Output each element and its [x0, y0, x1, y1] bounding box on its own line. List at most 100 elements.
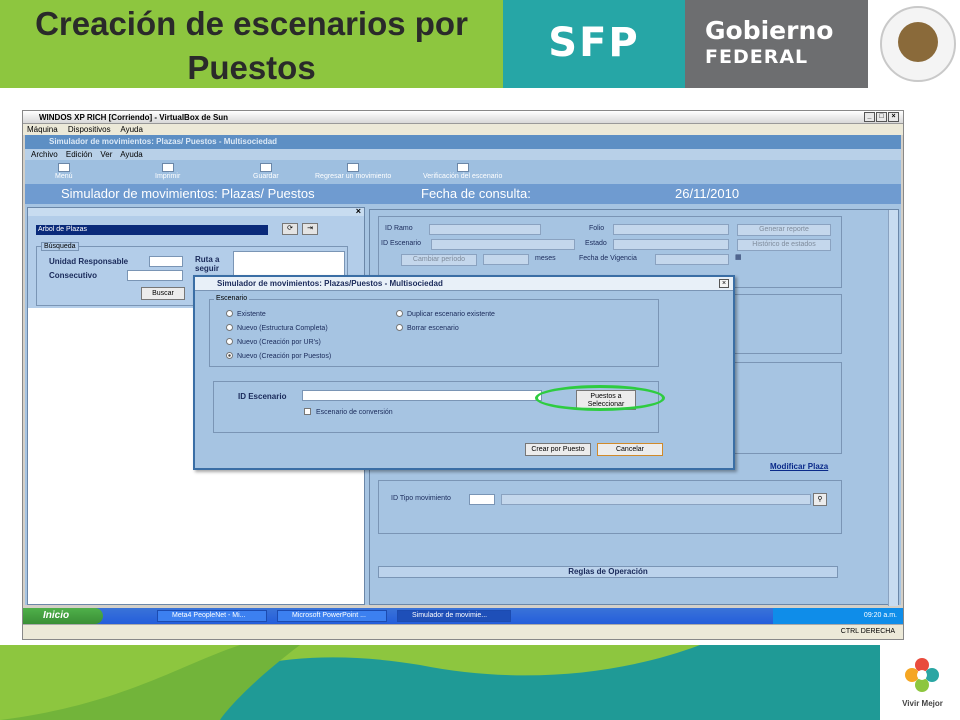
menu-archivo[interactable]: Archivo: [31, 150, 58, 159]
gobierno-logo-line2: FEDERAL: [705, 46, 809, 68]
estado-label: Estado: [585, 240, 607, 247]
toolbar-verificacion-label: Verificación del escenario: [423, 173, 503, 180]
conversion-label: Escenario de conversión: [316, 409, 393, 416]
toolbar-guardar-label: Guardar: [253, 173, 279, 180]
estado-input[interactable]: [613, 239, 729, 250]
radio-existente[interactable]: Existente: [226, 310, 266, 318]
menu-ayuda-app[interactable]: Ayuda: [120, 150, 143, 159]
radio-icon: [226, 338, 233, 345]
radio-nuevo-puestos[interactable]: Nuevo (Creación por Puestos): [226, 352, 331, 360]
host-key-label: CTRL DERECHA: [840, 628, 895, 635]
task-meta4[interactable]: Meta4 PeopleNet - Mi...: [157, 610, 267, 622]
id-escenario-input[interactable]: [431, 239, 575, 250]
radio-nuevo-urs-label: Nuevo (Creación por UR's): [237, 339, 321, 346]
radio-icon: [396, 310, 403, 317]
toolbar-regresar[interactable]: Regresar un movimiento: [315, 163, 391, 180]
toolbar-imprimir[interactable]: Imprimir: [155, 163, 180, 180]
toolbar-imprimir-label: Imprimir: [155, 173, 181, 180]
escenario-legend: Escenario: [214, 295, 250, 302]
id-tipo-input[interactable]: [469, 494, 495, 505]
meses-label: meses: [535, 255, 556, 262]
task-simulador[interactable]: Simulador de movimie...: [397, 610, 511, 622]
consecutivo-input[interactable]: [127, 270, 183, 281]
check-icon: [456, 163, 469, 172]
virtualbox-title: WINDOS XP RICH [Corriendo] - VirtualBox …: [39, 113, 229, 122]
menu-dispositivos[interactable]: Dispositivos: [68, 125, 111, 134]
refresh-icon[interactable]: ⟳: [282, 223, 298, 235]
toolbar-guardar[interactable]: Guardar: [253, 163, 279, 180]
radio-borrar-label: Borrar escenario: [407, 325, 459, 332]
toolbar-menu-label: Menú: [55, 173, 73, 180]
reglas-header: Reglas de Operación: [378, 566, 838, 578]
task-powerpoint[interactable]: Microsoft PowerPoint ...: [277, 610, 387, 622]
meses-input[interactable]: [483, 254, 529, 265]
window-controls: _ □ ×: [864, 112, 899, 122]
vivir-mejor-flower-icon: [905, 658, 939, 692]
menu-ver[interactable]: Ver: [100, 150, 112, 159]
minimize-button[interactable]: _: [864, 112, 875, 122]
generar-reporte-button[interactable]: Generar reporte: [737, 224, 831, 236]
cancelar-button[interactable]: Cancelar: [597, 443, 663, 456]
calendar-icon[interactable]: ▦: [735, 253, 742, 261]
modificar-plaza-link[interactable]: Modificar Plaza: [770, 462, 828, 471]
ruta-label: Ruta a seguir: [195, 255, 220, 273]
header-title: Simulador de movimientos: Plazas/ Puesto…: [61, 186, 315, 201]
toolbar-menu[interactable]: Menú: [55, 163, 73, 180]
app-menu: Archivo Edición Ver Ayuda: [25, 149, 901, 160]
tipo-movimiento-group: ID Tipo movimiento ⚲: [378, 480, 842, 534]
radio-icon: [226, 324, 233, 331]
id-escenario-label: ID Escenario: [381, 240, 422, 247]
id-ramo-label: ID Ramo: [385, 225, 413, 232]
collapse-icon[interactable]: ⇥: [302, 223, 318, 235]
search-icon[interactable]: ⚲: [813, 493, 827, 506]
close-icon[interactable]: ×: [356, 206, 361, 216]
maximize-button[interactable]: □: [876, 112, 887, 122]
folio-input[interactable]: [613, 224, 729, 235]
highlight-annotation: [535, 385, 665, 411]
gobierno-logo-line1: Gobierno: [705, 16, 834, 45]
start-button[interactable]: Inicio: [23, 608, 103, 624]
radio-borrar[interactable]: Borrar escenario: [396, 324, 459, 332]
menu-maquina[interactable]: Máquina: [27, 125, 58, 134]
radio-icon: [396, 324, 403, 331]
radio-nuevo-urs[interactable]: Nuevo (Creación por UR's): [226, 338, 321, 346]
conversion-checkbox[interactable]: Escenario de conversión: [304, 408, 393, 416]
virtualbox-statusbar: CTRL DERECHA: [23, 624, 903, 639]
escenario-group: Escenario Existente Nuevo (Estructura Co…: [209, 295, 659, 367]
modal-id-escenario-label: ID Escenario: [238, 392, 287, 401]
slide-footer: [0, 645, 880, 720]
radio-existente-label: Existente: [237, 311, 266, 318]
radio-nuevo-estructura[interactable]: Nuevo (Estructura Completa): [226, 324, 328, 332]
close-button[interactable]: ×: [888, 112, 899, 122]
menu-ayuda[interactable]: Ayuda: [120, 125, 143, 134]
cambiar-periodo-button[interactable]: Cambiar período: [401, 254, 477, 266]
left-panel-top: ×: [28, 206, 364, 216]
tree-title: Arbol de Plazas: [36, 225, 268, 235]
radio-selected-icon: [226, 352, 233, 359]
right-scrollbar[interactable]: [888, 210, 898, 606]
menu-edicion[interactable]: Edición: [66, 150, 92, 159]
unidad-input[interactable]: [149, 256, 183, 267]
toolbar-verificacion[interactable]: Verificación del escenario: [423, 163, 502, 180]
folio-label: Folio: [589, 225, 605, 232]
eagle-icon: [898, 22, 938, 62]
busqueda-legend: Búsqueda: [41, 242, 79, 251]
buscar-button[interactable]: Buscar: [141, 287, 185, 300]
slide-title: Creación de escenarios por Puestos: [35, 5, 468, 86]
id-ramo-input[interactable]: [429, 224, 541, 235]
footer-swoosh: [0, 645, 880, 720]
radio-duplicar[interactable]: Duplicar escenario existente: [396, 310, 495, 318]
dialog-close-button[interactable]: ×: [719, 279, 729, 288]
crear-por-puesto-button[interactable]: Crear por Puesto: [525, 443, 591, 456]
menu-icon: [57, 163, 70, 172]
virtualbox-titlebar: WINDOS XP RICH [Corriendo] - VirtualBox …: [23, 111, 903, 124]
fecha-vigencia-label: Fecha de Vigencia: [579, 255, 637, 262]
modal-id-escenario-input[interactable]: [302, 390, 542, 401]
checkbox-icon: [304, 408, 311, 415]
clock: 09:20 a.m.: [863, 612, 897, 619]
fecha-vigencia-input[interactable]: [655, 254, 729, 265]
tipo-descripcion-input: [501, 494, 811, 505]
radio-nuevo-estructura-label: Nuevo (Estructura Completa): [237, 325, 328, 332]
header-fecha-value: 26/11/2010: [675, 186, 740, 201]
historico-button[interactable]: Histórico de estados: [737, 239, 831, 251]
